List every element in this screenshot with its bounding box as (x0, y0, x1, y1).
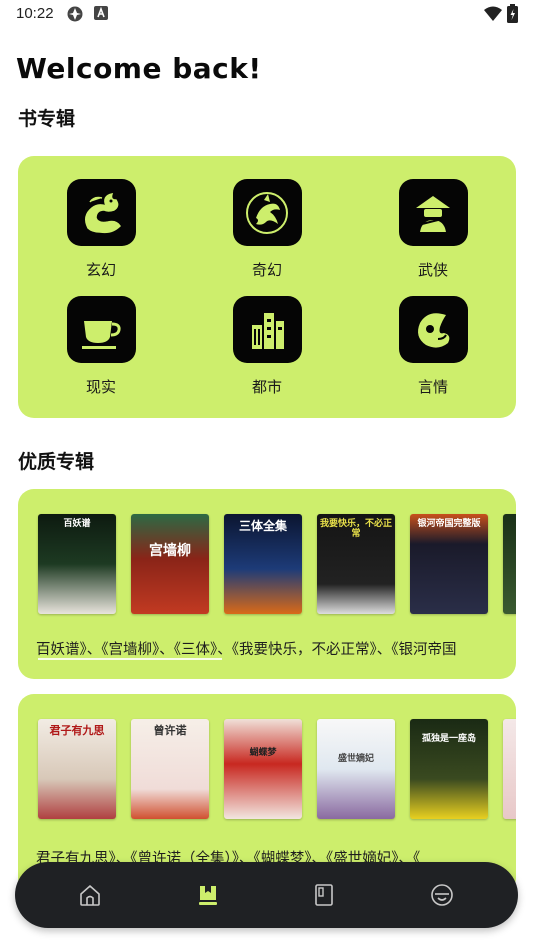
category-label: 言情 (417, 378, 448, 396)
city-buildings-icon (232, 296, 302, 363)
martial-artist-icon (398, 179, 468, 246)
nav-notebook[interactable] (305, 876, 343, 914)
romance-swirl-icon (398, 296, 468, 363)
book-cover[interactable]: 蝴蝶梦 (224, 719, 302, 819)
book-cover-title: 我要快乐，不必正常 (320, 519, 393, 539)
book-covers-row: 君子有九思 曾许诺 蝴蝶梦 盛世嫡妃 孤独是一座岛 (38, 719, 516, 819)
book-cover[interactable]: 三体全集 (224, 514, 302, 614)
nav-home[interactable] (71, 876, 109, 914)
category-label: 都市 (251, 378, 282, 396)
categories-card: 玄幻 奇幻 武侠 现实 都市 言情 (18, 156, 516, 418)
sync-status-icon (67, 6, 83, 22)
book-cover-title: 君子有九思 (49, 724, 105, 737)
nav-bookshelf[interactable] (189, 876, 227, 914)
notebook-icon (315, 884, 333, 906)
book-cover-title: 银河帝国完整版 (417, 519, 481, 529)
status-time: 10:22 (16, 5, 54, 22)
book-cover[interactable] (503, 719, 516, 819)
profile-icon (431, 884, 453, 906)
category-yanqing[interactable]: 言情 (383, 296, 483, 397)
battery-icon (507, 4, 518, 23)
home-icon (80, 885, 100, 906)
section-title-albums: 优质专辑 (18, 451, 95, 473)
book-cover-title: 百妖谱 (63, 519, 91, 529)
book-cover[interactable]: 孤独是一座岛 (410, 719, 488, 819)
book-covers-row: 百妖谱 宫墙柳 三体全集 我要快乐，不必正常 银河帝国完整版 (38, 514, 516, 614)
book-cover[interactable]: 银河帝国完整版 (410, 514, 488, 614)
category-xuanhuan[interactable]: 玄幻 (51, 179, 151, 280)
category-dushi[interactable]: 都市 (217, 296, 317, 397)
album-caption: 百妖谱》、《宫墙柳》、《三体》、《我要快乐，不必正常》、《银河帝国 (36, 642, 457, 658)
book-cover[interactable]: 盛世嫡妃 (317, 719, 395, 819)
book-cover-title: 三体全集 (238, 519, 287, 533)
book-cover-title: 孤独是一座岛 (421, 734, 476, 744)
notification-a-icon (94, 6, 108, 20)
wifi-icon (484, 6, 502, 21)
status-bar: 10:22 (0, 0, 534, 30)
category-label: 奇幻 (251, 261, 282, 279)
book-cover-title: 宫墙柳 (149, 543, 191, 559)
category-label: 玄幻 (85, 261, 116, 279)
bookshelf-icon (199, 886, 217, 905)
category-label: 现实 (85, 378, 116, 396)
book-cover[interactable]: 曾许诺 (131, 719, 209, 819)
book-cover-title: 曾许诺 (153, 724, 187, 737)
book-cover[interactable]: 百妖谱 (38, 514, 116, 614)
book-cover[interactable]: 我要快乐，不必正常 (317, 514, 395, 614)
dragon-icon (66, 179, 136, 246)
bottom-nav (15, 862, 518, 928)
section-title-categories: 书专辑 (18, 108, 76, 130)
category-xianshi[interactable]: 现实 (51, 296, 151, 397)
book-cover-title: 蝴蝶梦 (249, 748, 277, 758)
album-card[interactable]: 百妖谱 宫墙柳 三体全集 我要快乐，不必正常 银河帝国完整版 百妖谱》、《宫墙柳… (18, 489, 516, 679)
teacup-icon (66, 296, 136, 363)
category-qihuan[interactable]: 奇幻 (217, 179, 317, 280)
book-cover[interactable] (503, 514, 516, 614)
book-cover[interactable]: 君子有九思 (38, 719, 116, 819)
category-label: 武侠 (417, 261, 448, 279)
book-cover-title: 盛世嫡妃 (337, 754, 374, 764)
wyvern-icon (232, 179, 302, 246)
category-wuxia[interactable]: 武侠 (383, 179, 483, 280)
book-cover[interactable]: 宫墙柳 (131, 514, 209, 614)
welcome-heading: Welcome back! (16, 52, 262, 85)
caption-underline (38, 658, 222, 660)
nav-profile[interactable] (423, 876, 461, 914)
